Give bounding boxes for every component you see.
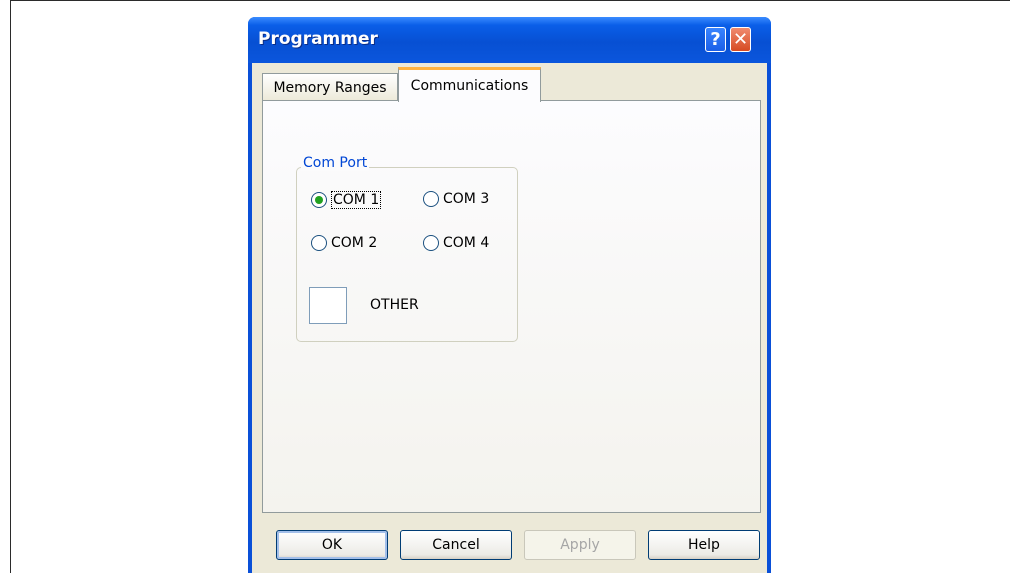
help-button[interactable]: Help — [648, 530, 760, 560]
programmer-dialog: Programmer ? ✕ Memory Ranges Communicati… — [248, 17, 771, 573]
help-icon[interactable]: ? — [705, 27, 726, 52]
radio-button[interactable] — [311, 192, 327, 208]
other-label: OTHER — [370, 297, 419, 313]
apply-button[interactable]: Apply — [524, 530, 636, 560]
ok-button[interactable]: OK — [276, 530, 388, 560]
radio-button[interactable] — [311, 235, 327, 251]
radio-button[interactable] — [423, 191, 439, 207]
radio-button[interactable] — [423, 235, 439, 251]
tab-memory-ranges[interactable]: Memory Ranges — [262, 73, 398, 101]
close-icon[interactable]: ✕ — [730, 27, 751, 52]
com4-label: COM 4 — [443, 235, 490, 251]
com1-label: COM 1 — [331, 191, 382, 209]
com2-label: COM 2 — [331, 235, 378, 251]
com3-option[interactable]: COM 3 — [423, 191, 489, 207]
window-title: Programmer — [258, 29, 378, 49]
communications-panel: Com Port COM 1 COM 3 COM 2 COM 4 OTHER — [262, 100, 761, 513]
com-port-label: Com Port — [301, 155, 370, 171]
com1-option[interactable]: COM 1 — [311, 191, 382, 209]
com3-label: COM 3 — [443, 191, 490, 207]
dialog-client-area: Memory Ranges Communications Com Port CO… — [252, 63, 767, 573]
com2-option[interactable]: COM 2 — [311, 235, 377, 251]
radio-selected-dot — [315, 196, 323, 204]
com4-option[interactable]: COM 4 — [423, 235, 489, 251]
title-bar: Programmer ? ✕ — [248, 17, 771, 63]
other-port-field[interactable] — [309, 287, 347, 324]
tab-communications[interactable]: Communications — [398, 67, 541, 102]
cancel-button[interactable]: Cancel — [400, 530, 512, 560]
